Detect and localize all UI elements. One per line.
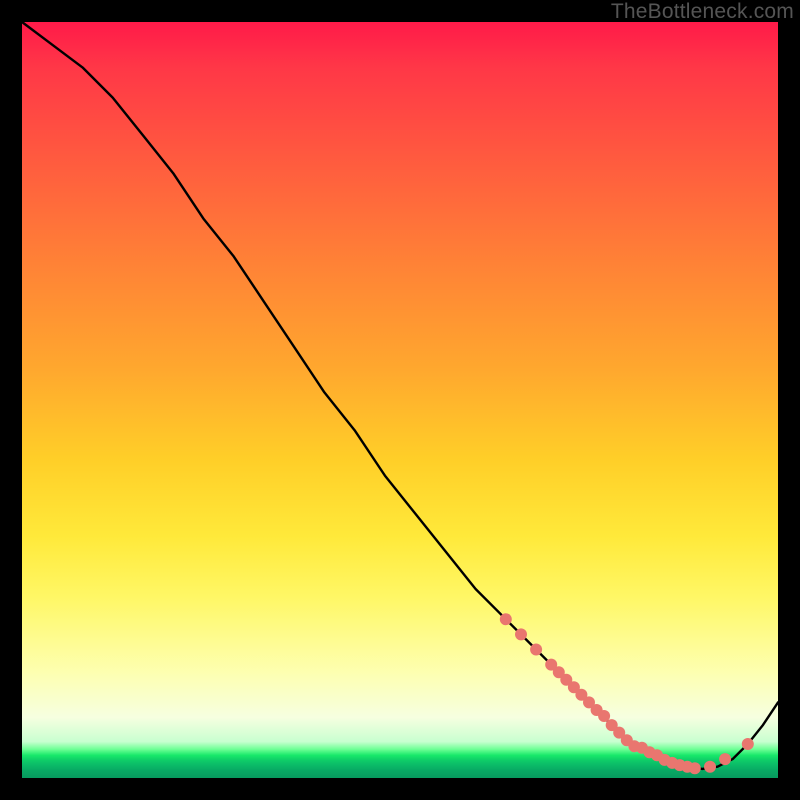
curve-markers xyxy=(500,613,754,774)
marker-dot xyxy=(704,761,716,773)
marker-dot xyxy=(689,762,701,774)
chart-svg xyxy=(22,22,778,778)
marker-dot xyxy=(530,644,542,656)
marker-dot xyxy=(500,613,512,625)
marker-dot xyxy=(515,628,527,640)
marker-dot xyxy=(742,738,754,750)
chart-stage: TheBottleneck.com xyxy=(0,0,800,800)
plot-area xyxy=(22,22,778,778)
watermark-text: TheBottleneck.com xyxy=(611,0,794,24)
bottleneck-curve xyxy=(22,22,778,769)
marker-dot xyxy=(719,753,731,765)
